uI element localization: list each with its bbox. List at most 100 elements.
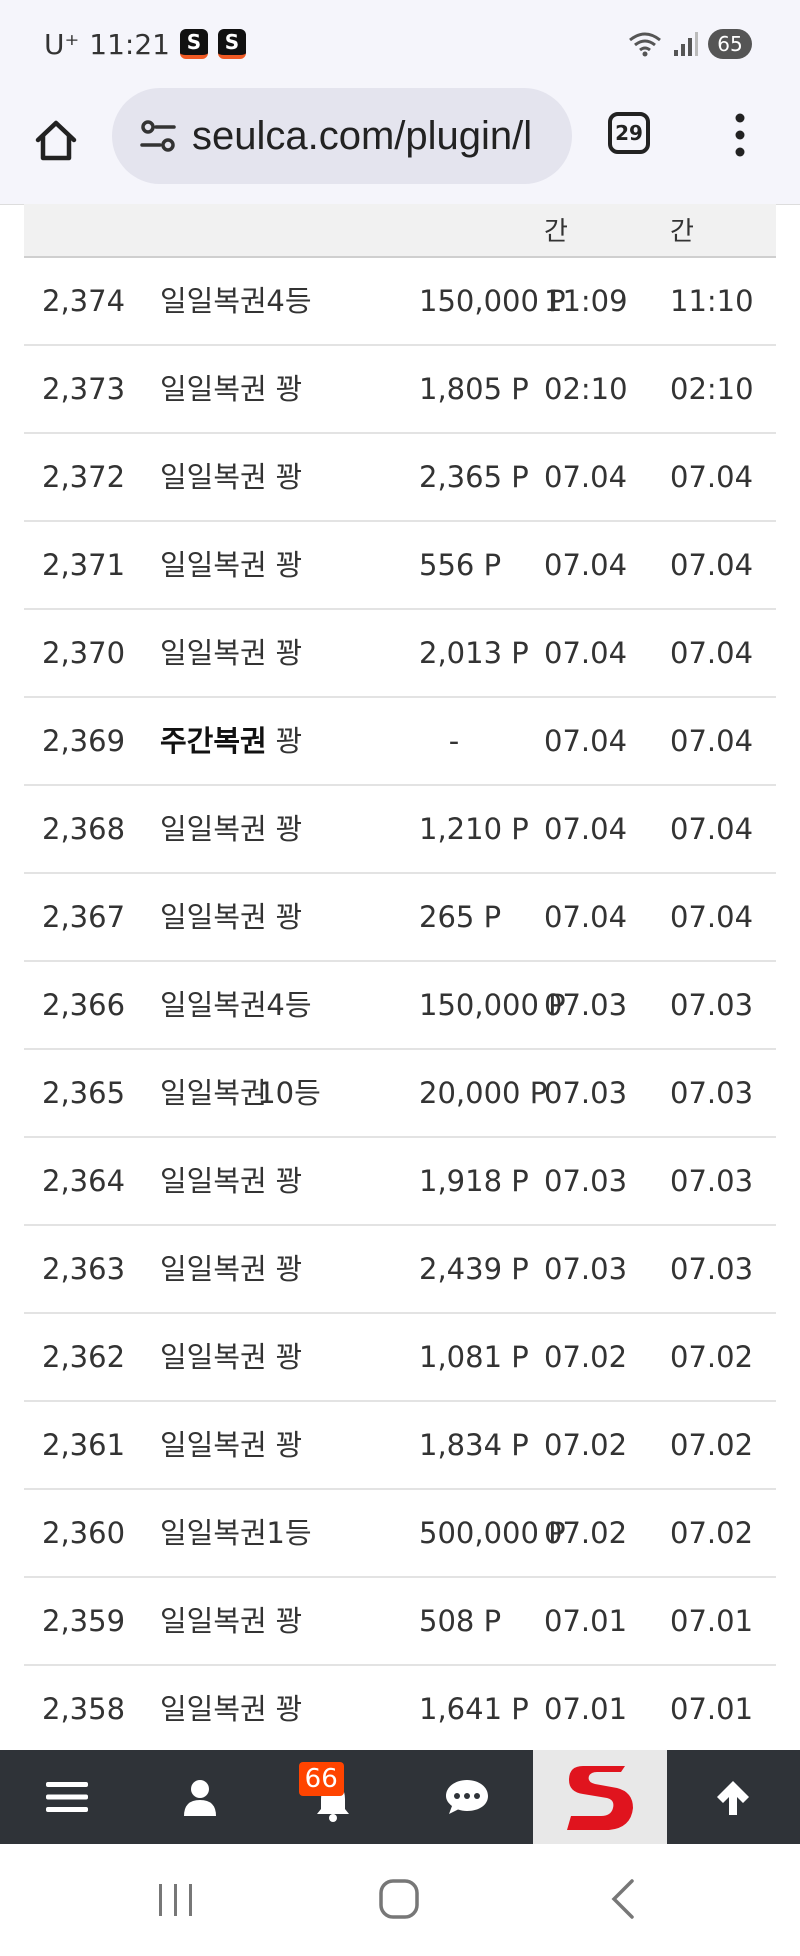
result-time: 07.02 [670,1340,754,1374]
prize-amount: 1,081 P [419,1340,529,1374]
prize-rank: 꽝 [275,1340,303,1374]
table-row[interactable]: 2,366 일일복권 4등 150,000 P 07.03 07.03 [24,962,776,1050]
draw-time: 07.02 [544,1340,628,1374]
prize-amount: 556 P [419,548,502,582]
table-row[interactable]: 2,372 일일복권 꽝 2,365 P 07.04 07.04 [24,434,776,522]
site-logo-icon [566,1766,633,1830]
row-number: 2,362 [42,1340,126,1374]
prize-amount: 1,641 P [419,1692,529,1726]
status-bar: U⁺ 11:21 S S 65 [0,0,800,88]
row-number: 2,364 [42,1164,126,1198]
table-row[interactable]: 2,361 일일복권 꽝 1,834 P 07.02 07.02 [24,1402,776,1490]
site-settings-icon[interactable] [136,114,180,158]
table-body: 2,374 일일복권 4등 150,000 P 11:09 11:10 2,373 일일복권 꽝… [24,258,776,1754]
row-number: 2,372 [42,460,126,494]
home-icon[interactable] [32,116,80,164]
result-time: 07.03 [670,988,754,1022]
prize-amount: 1,210 P [419,812,529,846]
table-row[interactable]: 2,369 주간복권 꽝 -07.04 07.04 [24,698,776,786]
wifi-icon [629,32,661,57]
prize-rank: 꽝 [275,1692,303,1726]
tab-switcher-button[interactable]: 29 [608,112,650,154]
system-navigation-bar [0,1844,800,1956]
recent-apps-icon[interactable] [156,1882,196,1918]
result-time: 07.04 [670,900,754,934]
result-time: 11:10 [670,284,754,318]
table-row[interactable]: 2,362 일일복권 꽝 1,081 P 07.02 07.02 [24,1314,776,1402]
arrow-up-icon [717,1781,750,1815]
battery-indicator: 65 [708,29,752,59]
row-number: 2,369 [42,724,126,758]
scroll-top-button[interactable] [667,1750,800,1844]
draw-time: 07.04 [544,548,628,582]
prize-amount: 508 P [419,1604,502,1638]
draw-time: 02:10 [544,372,628,406]
table-row[interactable]: 2,365 일일복권 10등 20,000 P 07.03 07.03 [24,1050,776,1138]
row-number: 2,368 [42,812,126,846]
signal-icon [674,32,698,56]
table-row[interactable]: 2,367 일일복권 꽝 265 P 07.04 07.04 [24,874,776,962]
app-notification-icon: S [217,29,246,59]
table-row[interactable]: 2,360 일일복권 1등 500,000 P 07.02 07.02 [24,1490,776,1578]
table-row[interactable]: 2,374 일일복권 4등 150,000 P 11:09 11:10 [24,258,776,346]
prize-rank: 꽝 [275,548,303,582]
notifications-button[interactable]: 66 [267,1750,400,1844]
prize-amount: 20,000 P [419,1076,548,1110]
row-number: 2,360 [42,1516,126,1550]
row-number: 2,365 [42,1076,126,1110]
table-row[interactable]: 2,358 일일복권 꽝 1,641 P 07.01 07.01 [24,1666,776,1754]
draw-time: 07.04 [544,812,628,846]
draw-time: 07.01 [544,1604,628,1638]
result-time: 07.01 [670,1604,754,1638]
chat-button[interactable] [400,1750,533,1844]
draw-time: 07.03 [544,988,628,1022]
menu-button[interactable] [0,1750,133,1844]
result-time: 02:10 [670,372,754,406]
table-row[interactable]: 2,368 일일복권 꽝 1,210 P 07.04 07.04 [24,786,776,874]
draw-time: 07.04 [544,460,628,494]
result-time: 07.01 [670,1692,754,1726]
prize-amount: 2,439 P [419,1252,529,1286]
notification-count-badge: 66 [298,1762,344,1796]
lottery-history-table: 간 간 2,374 일일복권 4등 150,000 P 11:09 11:10 2,373 일… [24,204,776,1754]
prize-amount: 265 P [419,900,502,934]
draw-time: 07.04 [544,636,628,670]
table-row[interactable]: 2,359 일일복권 꽝 508 P 07.01 07.01 [24,1578,776,1666]
back-icon[interactable] [608,1878,638,1920]
home-nav-icon[interactable] [378,1878,420,1920]
address-bar[interactable]: seulca.com/plugin/l [112,88,572,184]
prize-amount: 1,918 P [419,1164,529,1198]
table-row[interactable]: 2,363 일일복권 꽝 2,439 P 07.03 07.03 [24,1226,776,1314]
prize-amount: 1,834 P [419,1428,529,1462]
draw-time: 11:09 [544,284,628,318]
menu-icon [45,1782,88,1812]
prize-rank: 꽝 [275,372,303,406]
draw-time: 07.03 [544,1164,628,1198]
result-time: 07.03 [670,1076,754,1110]
prize-rank: 꽝 [275,1604,303,1638]
row-number: 2,373 [42,372,126,406]
result-time: 07.04 [670,724,754,758]
row-number: 2,359 [42,1604,126,1638]
result-time: 07.02 [670,1428,754,1462]
result-time: 07.04 [670,460,754,494]
more-options-icon[interactable] [728,110,752,160]
app-notification-icon: S [179,29,208,59]
table-row[interactable]: 2,371 일일복권 꽝 556 P 07.04 07.04 [24,522,776,610]
prize-rank: 10등 [257,1076,321,1110]
table-row[interactable]: 2,364 일일복권 꽝 1,918 P 07.03 07.03 [24,1138,776,1226]
result-time: 07.03 [670,1164,754,1198]
bottom-navigation: 66 [0,1750,800,1844]
result-time: 07.04 [670,548,754,582]
prize-rank: 1등 [266,1516,312,1550]
result-time: 07.04 [670,636,754,670]
result-time: 07.03 [670,1252,754,1286]
status-right: 65 [628,29,752,59]
profile-button[interactable] [133,1750,266,1844]
url-text: seulca.com/plugin/l [192,113,533,158]
site-logo-button[interactable] [533,1750,667,1844]
draw-time: 07.04 [544,900,628,934]
table-row[interactable]: 2,373 일일복권 꽝 1,805 P 02:10 02:10 [24,346,776,434]
table-row[interactable]: 2,370 일일복권 꽝 2,013 P 07.04 07.04 [24,610,776,698]
carrier-label: U⁺ [44,27,80,61]
